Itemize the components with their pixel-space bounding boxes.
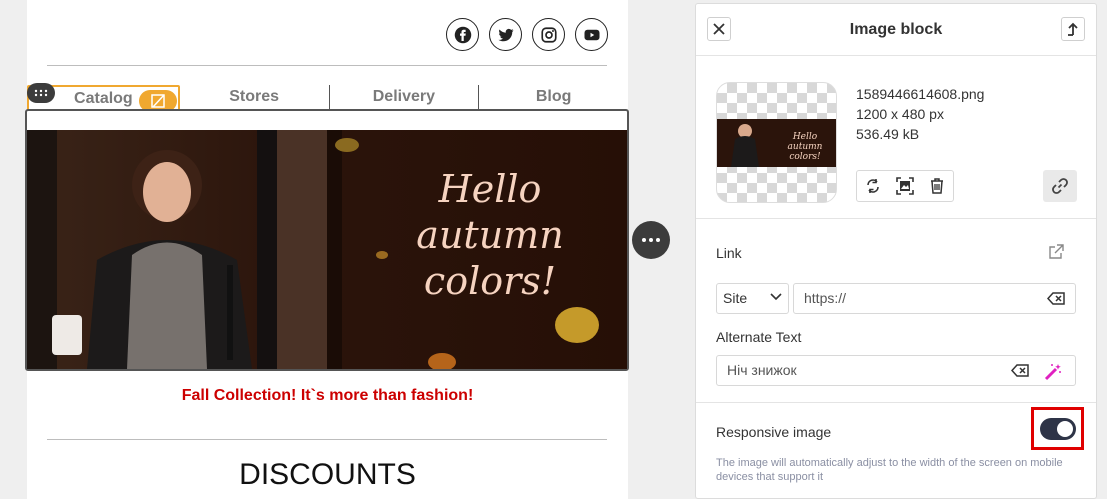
panel-header: Image block <box>696 4 1096 56</box>
link-label: Link <box>716 245 742 261</box>
link-url-input[interactable]: https:// <box>793 283 1076 314</box>
email-canvas: Catalog Stores Delivery Blog Hello autum… <box>25 0 629 499</box>
responsive-image-label: Responsive image <box>716 424 832 440</box>
divider-top <box>47 65 607 66</box>
svg-text:colors!: colors! <box>789 152 821 162</box>
discounts-heading: DISCOUNTS <box>239 458 416 491</box>
email-menu: Catalog Stores Delivery Blog <box>27 85 628 111</box>
instagram-icon[interactable] <box>532 18 565 51</box>
image-block-selected[interactable]: Hello autumn colors! <box>25 109 629 371</box>
image-block-panel: Image block Hello autumn colors! 1589446… <box>695 3 1097 499</box>
external-link-icon[interactable] <box>1048 244 1064 265</box>
panel-title: Image block <box>849 20 943 38</box>
responsive-toggle-highlight <box>1031 407 1084 450</box>
responsive-image-hint: The image will automatically adjust to t… <box>716 457 1063 483</box>
svg-text:autumn: autumn <box>788 142 823 152</box>
file-dimensions: 1200 x 480 px <box>856 106 944 122</box>
file-info: 1589446614608.png 1200 x 480 px 536.49 k… <box>856 84 984 144</box>
delete-image-icon[interactable] <box>921 171 953 201</box>
banner-headline: Hello autumn colors! <box>416 167 564 303</box>
link-type-value: Site <box>723 290 748 306</box>
more-options-icon[interactable] <box>632 221 670 259</box>
file-size: 536.49 kB <box>856 126 920 142</box>
menu-item-blog[interactable]: Blog <box>479 85 628 111</box>
image-thumbnail[interactable]: Hello autumn colors! <box>716 82 837 203</box>
social-icons <box>446 18 608 51</box>
move-up-icon[interactable] <box>1061 17 1085 41</box>
facebook-icon[interactable] <box>446 18 479 51</box>
crop-image-icon[interactable] <box>889 171 921 201</box>
drag-handle-icon[interactable] <box>27 83 55 103</box>
chevron-down-icon <box>770 293 782 301</box>
responsive-image-toggle[interactable] <box>1040 418 1076 440</box>
link-url-placeholder: https:// <box>804 290 847 306</box>
alt-text-value: Ніч знижок <box>727 362 797 378</box>
svg-text:Hello: Hello <box>792 132 818 142</box>
link-type-select[interactable]: Site <box>716 283 789 314</box>
alt-text-label: Alternate Text <box>716 329 802 345</box>
file-name: 1589446614608.png <box>856 86 985 102</box>
youtube-icon[interactable] <box>575 18 608 51</box>
menu-item-delivery[interactable]: Delivery <box>330 85 480 111</box>
toggle-knob <box>1057 421 1073 437</box>
magic-wand-icon[interactable] <box>1043 362 1063 382</box>
divider-bottom <box>47 439 607 440</box>
image-tools <box>856 170 954 202</box>
alt-text-input[interactable]: Ніч знижок <box>716 355 1076 386</box>
panel-divider <box>696 402 1096 403</box>
banner-image[interactable]: Hello autumn colors! <box>27 130 627 369</box>
clear-icon[interactable] <box>1011 364 1029 377</box>
close-icon[interactable] <box>707 17 731 41</box>
clear-icon[interactable] <box>1047 292 1065 305</box>
panel-divider <box>696 218 1096 219</box>
link-icon[interactable] <box>1043 170 1077 202</box>
caption-text: Fall Collection! It`s more than fashion! <box>181 387 474 404</box>
menu-item-stores[interactable]: Stores <box>180 85 330 111</box>
replace-image-icon[interactable] <box>857 171 889 201</box>
twitter-icon[interactable] <box>489 18 522 51</box>
